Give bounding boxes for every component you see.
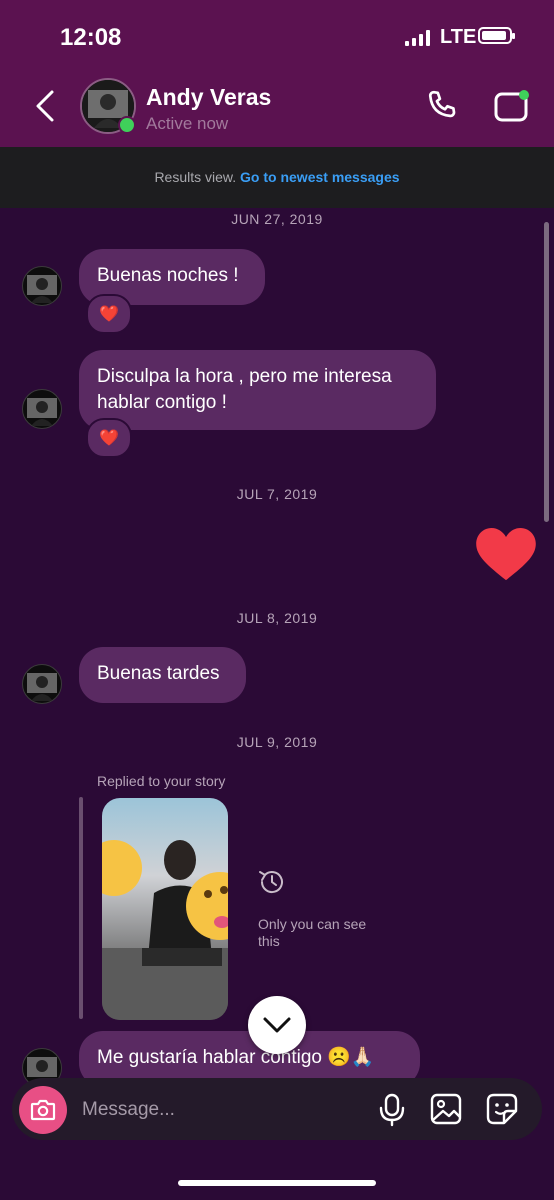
story-visibility-note: Only you can see this	[258, 916, 367, 949]
contact-status: Active now	[146, 114, 229, 133]
heart-like-icon[interactable]	[476, 528, 536, 582]
message-bubble[interactable]: Disculpa la hora , pero me interesa habl…	[79, 350, 436, 430]
sender-avatar[interactable]	[22, 389, 62, 429]
date-separator: JUL 8, 2019	[236, 610, 318, 626]
microphone-icon[interactable]	[378, 1093, 406, 1127]
date-separator: JUL 7, 2019	[236, 486, 318, 502]
video-status-dot	[519, 90, 529, 100]
network-label: LTE	[440, 26, 477, 48]
gallery-icon[interactable]	[430, 1093, 462, 1125]
heart-reaction[interactable]: ❤️	[86, 294, 132, 334]
camera-button[interactable]	[19, 1086, 67, 1134]
scrollbar[interactable]	[544, 222, 549, 522]
phone-call-icon[interactable]	[424, 88, 460, 124]
go-to-newest-link[interactable]: Go to newest messages	[240, 169, 400, 185]
home-indicator[interactable]	[178, 1180, 376, 1186]
results-view-label: Results view.	[154, 169, 237, 185]
sender-avatar[interactable]	[22, 266, 62, 306]
status-time: 12:08	[60, 24, 122, 51]
sender-avatar[interactable]	[22, 664, 62, 704]
reply-quote-line	[79, 797, 83, 1019]
camera-icon	[30, 1099, 56, 1121]
story-photo-icon	[102, 840, 228, 1020]
history-icon	[259, 871, 283, 894]
date-separator: JUN 27, 2019	[231, 211, 323, 227]
signal-icon	[405, 30, 430, 46]
chevron-down-icon	[263, 1017, 291, 1033]
story-reply-label: Replied to your story	[97, 773, 226, 789]
message-input[interactable]	[80, 1094, 364, 1126]
contact-name[interactable]: Andy Veras	[146, 84, 271, 111]
chat-header	[0, 0, 554, 147]
sticker-icon[interactable]	[486, 1093, 518, 1125]
date-separator: JUL 9, 2019	[236, 734, 318, 750]
battery-icon	[478, 27, 515, 44]
avatar-photo-icon	[27, 275, 57, 303]
story-thumbnail[interactable]	[102, 798, 228, 1020]
message-bubble[interactable]: Buenas tardes	[79, 647, 246, 703]
avatar-photo-icon	[27, 398, 57, 426]
online-indicator	[118, 116, 136, 134]
heart-reaction[interactable]: ❤️	[86, 418, 132, 458]
avatar-photo-icon	[27, 673, 57, 701]
results-view-bar: Results view. Go to newest messages	[0, 147, 554, 208]
scroll-to-bottom-button[interactable]	[248, 996, 306, 1054]
back-arrow-icon[interactable]	[30, 88, 60, 124]
